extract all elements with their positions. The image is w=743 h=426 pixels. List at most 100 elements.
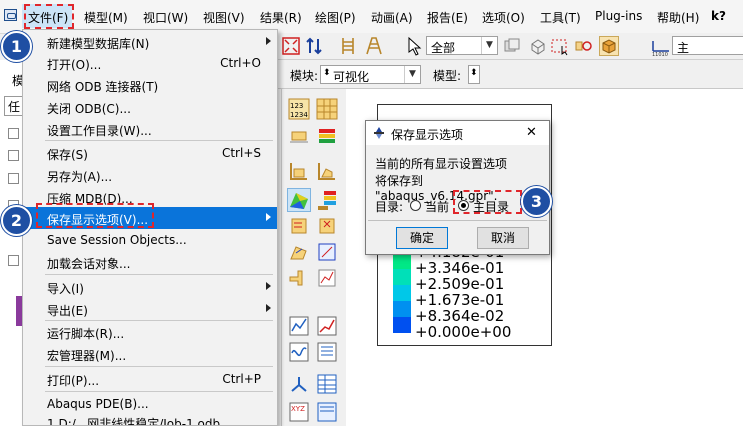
xyz-table-icon[interactable]: XYZ	[288, 401, 310, 423]
report-table-icon[interactable]	[316, 373, 338, 395]
expand-icon[interactable]	[8, 173, 19, 184]
context-help-icon[interactable]: k?	[711, 9, 726, 23]
xy-options-icon[interactable]	[316, 341, 338, 363]
menu-item-label: 1 D:/...网非线性稳定/Job-1.odb	[47, 417, 221, 425]
number-grid-icon[interactable]: 123 1234	[288, 98, 310, 120]
menu-item-open[interactable]: 打开(O)... Ctrl+O	[23, 52, 277, 74]
menu-item-save[interactable]: 保存(S) Ctrl+S	[23, 142, 277, 164]
contour-plot-icon[interactable]	[287, 188, 311, 212]
menu-plugins[interactable]: Plug-ins	[595, 9, 642, 23]
cube-icon[interactable]	[599, 36, 619, 56]
menu-item-run-script[interactable]: 运行脚本(R)...	[23, 321, 277, 343]
menu-model[interactable]: 模型(M)	[84, 9, 128, 26]
menu-view[interactable]: 视图(V)	[203, 9, 245, 26]
svg-text:XYZ: XYZ	[291, 405, 305, 413]
select-mode-icon[interactable]	[574, 36, 594, 56]
menu-report[interactable]: 报告(E)	[427, 9, 468, 26]
ladder-icon[interactable]	[338, 36, 358, 56]
svg-text:11010: 11010	[652, 52, 668, 56]
selection-filter-select[interactable]: 全部 ▼	[426, 36, 498, 55]
menu-item-import[interactable]: 导入(I)	[23, 276, 277, 298]
csys-icon[interactable]: 11010	[650, 36, 672, 58]
highlight-home-directory	[453, 190, 522, 214]
expand-icon[interactable]	[8, 150, 19, 161]
menu-item-label: 导入(I)	[47, 282, 84, 296]
expand-icon[interactable]	[8, 128, 19, 139]
radio-current-label: 当前	[425, 200, 450, 214]
chevron-down-icon: ▼	[481, 37, 497, 54]
menu-animate[interactable]: 动画(A)	[371, 9, 413, 26]
box-select-icon[interactable]	[528, 36, 548, 56]
mesh-plot-icon[interactable]	[288, 267, 310, 289]
menu-item-print[interactable]: 打印(P)... Ctrl+P	[23, 368, 277, 390]
save-display-options-dialog: 保存显示选项 ✕ 当前的所有显示设置选项 将保存到 "abaqus_v6.14.…	[365, 120, 550, 255]
menu-help[interactable]: 帮助(H)	[657, 9, 699, 26]
toolbox: 123 1234 XYZ	[281, 89, 347, 426]
menu-item-close-odb[interactable]: 关闭 ODB(C)...	[23, 96, 277, 118]
menu-item-export[interactable]: 导出(E)	[23, 298, 277, 320]
model-select[interactable]: ⬍	[468, 65, 480, 84]
menu-results[interactable]: 结果(R)	[260, 9, 302, 26]
menu-item-macro-manager[interactable]: 宏管理器(M)...	[23, 343, 277, 365]
menu-item-abaqus-pde[interactable]: Abaqus PDE(B)...	[23, 393, 277, 415]
auto-fit-icon[interactable]	[281, 36, 301, 56]
sort-arrows-icon[interactable]	[304, 36, 324, 56]
mesh-grid-icon[interactable]	[316, 98, 338, 120]
menu-item-save-as[interactable]: 另存为(A)...	[23, 164, 277, 186]
symbol-plot-icon[interactable]	[288, 215, 310, 237]
xy-plot-icon[interactable]	[316, 315, 338, 337]
close-icon[interactable]: ✕	[526, 125, 537, 140]
menu-item-network-odb[interactable]: 网络 ODB 连接器(T)	[23, 74, 277, 96]
xy-curve-icon[interactable]	[288, 341, 310, 363]
menu-item-label: 关闭 ODB(C)...	[47, 102, 131, 116]
context-bar: 模块: ⬍ 可视化 ▼ 模型: ⬍	[278, 60, 743, 89]
csys-select[interactable]: 主	[672, 36, 743, 55]
step-badge-3: 3	[521, 186, 552, 217]
submenu-arrow-icon	[266, 282, 271, 290]
menu-item-label: 网络 ODB 连接器(T)	[47, 80, 159, 94]
menu-item-label: 运行脚本(R)...	[47, 327, 125, 341]
menu-item-label: 打开(O)...	[47, 58, 102, 72]
contour-options-icon[interactable]	[316, 189, 338, 211]
menu-item-set-work-dir[interactable]: 设置工作目录(W)...	[23, 118, 277, 140]
menu-options[interactable]: 选项(O)	[482, 9, 525, 26]
svg-text:123: 123	[290, 102, 303, 110]
menu-item-load-session-objects[interactable]: 加载会话对象...	[23, 251, 277, 273]
menu-viewport[interactable]: 视口(W)	[143, 9, 188, 26]
contour-stack-icon[interactable]	[316, 126, 338, 148]
app-icon[interactable]	[4, 9, 17, 21]
cancel-button[interactable]: 取消	[477, 227, 529, 249]
field-output-icon[interactable]	[316, 401, 338, 423]
module-select[interactable]: ⬍ 可视化 ▼	[320, 65, 421, 84]
expand-icon[interactable]	[8, 255, 19, 266]
menu-item-label: 打印(P)...	[47, 374, 100, 388]
menu-item-recent-file[interactable]: 1 D:/...网非线性稳定/Job-1.odb	[23, 415, 277, 425]
orientation-options-icon[interactable]	[316, 241, 338, 263]
legend-swatch	[393, 269, 411, 285]
deformed-plot-icon[interactable]	[316, 160, 338, 182]
xy-data-icon[interactable]	[288, 315, 310, 337]
select-cursor-icon[interactable]	[404, 36, 424, 56]
truss-icon[interactable]	[364, 36, 384, 56]
radio-current[interactable]	[410, 200, 421, 211]
material-orientation-icon[interactable]	[288, 241, 310, 263]
menu-item-new-model-database[interactable]: 新建模型数据库(N)	[23, 31, 277, 53]
ok-button[interactable]: 确定	[396, 227, 448, 249]
drag-select-icon[interactable]	[550, 36, 570, 56]
legend-swatch	[393, 317, 411, 333]
step-badge-2: 2	[1, 205, 32, 236]
undeformed-shape-icon[interactable]	[288, 160, 310, 182]
menu-item-label: Abaqus PDE(B)...	[47, 397, 149, 411]
menu-tools[interactable]: 工具(T)	[540, 9, 581, 26]
symbol-options-icon[interactable]	[316, 215, 338, 237]
chevron-down-icon: ▼	[404, 66, 420, 83]
copy-icon[interactable]	[502, 36, 522, 56]
deformed-shape-icon[interactable]	[288, 126, 310, 148]
menu-item-label: 宏管理器(M)...	[47, 349, 127, 363]
legend-swatch	[393, 253, 411, 269]
menu-item-save-session-objects[interactable]: Save Session Objects...	[23, 229, 277, 251]
dialog-title-bar[interactable]: 保存显示选项 ✕	[366, 121, 549, 145]
plot-options-icon[interactable]	[316, 267, 338, 289]
free-body-icon[interactable]	[288, 373, 310, 395]
menu-plot[interactable]: 绘图(P)	[315, 9, 356, 26]
